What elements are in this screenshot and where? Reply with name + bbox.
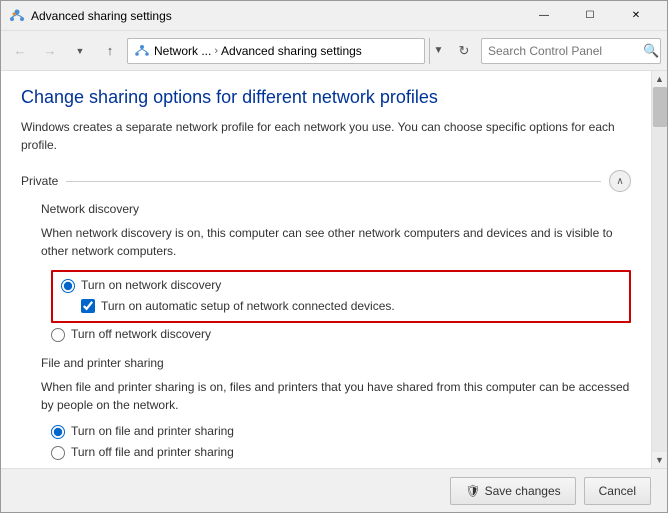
scrollbar-thumb[interactable] xyxy=(653,87,667,127)
section-divider-private xyxy=(66,181,601,182)
window-title: Advanced sharing settings xyxy=(31,9,521,23)
radio-label-turn-on-sharing: Turn on file and printer sharing xyxy=(71,424,234,438)
cancel-label: Cancel xyxy=(599,484,636,498)
radio-label-turn-on-discovery: Turn on network discovery xyxy=(81,278,221,292)
radio-turn-on-discovery[interactable] xyxy=(61,279,75,293)
up-button[interactable]: ↑ xyxy=(97,38,123,64)
save-label: Save changes xyxy=(485,484,561,498)
shield-icon: 🛡 xyxy=(465,484,480,498)
scroll-down-arrow[interactable]: ▼ xyxy=(652,452,668,468)
refresh-button[interactable]: ↻ xyxy=(451,38,477,64)
search-box[interactable]: 🔍 xyxy=(481,38,661,64)
option-highlight-box: Turn on network discovery Turn on automa… xyxy=(51,270,631,323)
breadcrumb-icon xyxy=(134,43,150,59)
radio-label-turn-off-discovery: Turn off network discovery xyxy=(71,327,211,341)
radio-options-discovery: Turn on network discovery Turn on automa… xyxy=(41,270,631,342)
search-input[interactable] xyxy=(488,44,643,58)
search-button[interactable]: 🔍 xyxy=(643,42,659,60)
section-private: Private ∧ Network discovery When network… xyxy=(21,170,631,460)
subsection-desc-file-printer: When file and printer sharing is on, fil… xyxy=(41,378,631,414)
option-turn-off-sharing: Turn off file and printer sharing xyxy=(51,445,631,460)
radio-turn-on-sharing[interactable] xyxy=(51,425,65,439)
address-bar: ← → ▼ ↑ Network ... › Advanced sharing s… xyxy=(1,31,667,71)
minimize-button[interactable]: — xyxy=(521,1,567,31)
breadcrumb-separator: › xyxy=(214,45,218,57)
window: Advanced sharing settings — ☐ ✕ ← → ▼ ↑ … xyxy=(0,0,668,513)
section-header-private: Private ∧ xyxy=(21,170,631,192)
recent-locations-button[interactable]: ▼ xyxy=(67,38,93,64)
section-label-private: Private xyxy=(21,174,58,188)
content-area: Change sharing options for different net… xyxy=(1,71,667,468)
scrollbar: ▲ ▼ xyxy=(651,71,667,468)
section-collapse-private[interactable]: ∧ xyxy=(609,170,631,192)
breadcrumb-part1: Network ... xyxy=(154,44,211,58)
main-content: Change sharing options for different net… xyxy=(1,71,651,468)
save-button[interactable]: 🛡 Save changes xyxy=(450,477,575,505)
page-title: Change sharing options for different net… xyxy=(21,87,631,108)
option-turn-on-discovery: Turn on network discovery xyxy=(61,278,621,293)
forward-button[interactable]: → xyxy=(37,38,63,64)
address-box[interactable]: Network ... › Advanced sharing settings xyxy=(127,38,425,64)
address-dropdown-button[interactable]: ▼ xyxy=(429,38,447,64)
back-button[interactable]: ← xyxy=(7,38,33,64)
checkbox-label-auto-setup: Turn on automatic setup of network conne… xyxy=(101,299,395,313)
option-turn-off-discovery: Turn off network discovery xyxy=(51,327,631,342)
cancel-button[interactable]: Cancel xyxy=(584,477,651,505)
subsection-desc-network-discovery: When network discovery is on, this compu… xyxy=(41,224,631,260)
option-auto-setup: Turn on automatic setup of network conne… xyxy=(61,299,621,313)
close-button[interactable]: ✕ xyxy=(613,1,659,31)
radio-label-turn-off-sharing: Turn off file and printer sharing xyxy=(71,445,234,459)
maximize-button[interactable]: ☐ xyxy=(567,1,613,31)
subsection-title-file-printer: File and printer sharing xyxy=(41,356,631,370)
subsection-network-discovery: Network discovery When network discovery… xyxy=(21,202,631,342)
title-bar: Advanced sharing settings — ☐ ✕ xyxy=(1,1,667,31)
option-turn-on-sharing: Turn on file and printer sharing xyxy=(51,424,631,439)
subsection-title-network-discovery: Network discovery xyxy=(41,202,631,216)
radio-options-sharing: Turn on file and printer sharing Turn of… xyxy=(41,424,631,460)
page-description: Windows creates a separate network profi… xyxy=(21,118,631,154)
subsection-file-printer-sharing: File and printer sharing When file and p… xyxy=(21,356,631,460)
scrollbar-track[interactable] xyxy=(652,87,667,452)
footer: 🛡 Save changes Cancel xyxy=(1,468,667,512)
scroll-up-arrow[interactable]: ▲ xyxy=(652,71,668,87)
window-controls: — ☐ ✕ xyxy=(521,1,659,31)
radio-turn-off-discovery[interactable] xyxy=(51,328,65,342)
checkbox-auto-setup[interactable] xyxy=(81,299,95,313)
radio-turn-off-sharing[interactable] xyxy=(51,446,65,460)
app-icon xyxy=(9,8,25,24)
breadcrumb-part2: Advanced sharing settings xyxy=(221,44,362,58)
